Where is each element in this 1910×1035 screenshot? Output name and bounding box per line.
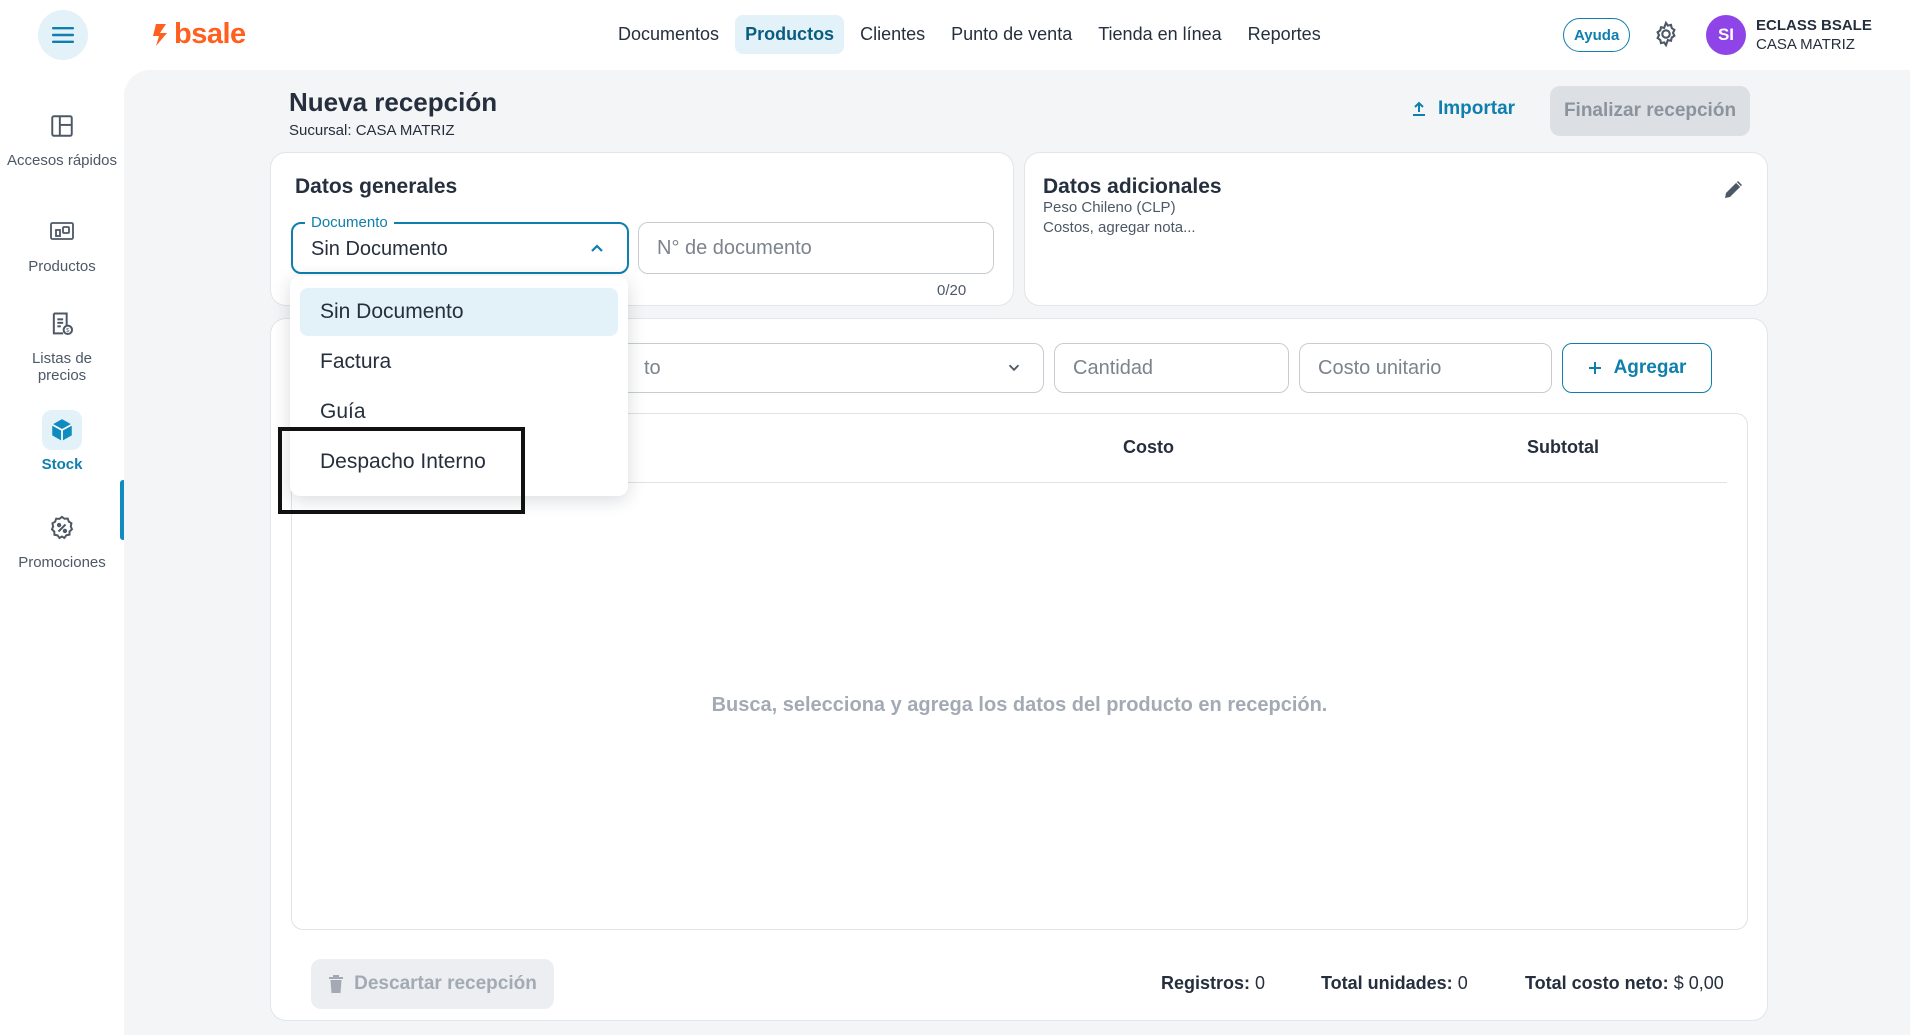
nav-clientes[interactable]: Clientes: [850, 15, 935, 54]
units-summary: Total unidades: 0: [1321, 973, 1468, 994]
user-info[interactable]: ECLASS BSALE CASA MATRIZ: [1756, 16, 1872, 54]
pencil-icon: [1725, 181, 1742, 198]
records-summary: Registros: 0: [1161, 973, 1265, 994]
empty-state-message: Busca, selecciona y agrega los datos del…: [711, 694, 1328, 716]
add-label: Agregar: [1613, 357, 1687, 378]
additional-data-title: Datos adicionales: [1043, 175, 1222, 198]
plus-icon: [1588, 362, 1601, 374]
sidebar-item-label: Promociones: [18, 554, 106, 571]
document-number-input[interactable]: [638, 222, 994, 274]
units-label: Total unidades:: [1321, 973, 1453, 993]
sidebar-item-accesos-rapidos[interactable]: Accesos rápidos: [0, 106, 124, 169]
trash-icon: [329, 975, 344, 993]
document-select[interactable]: Documento Sin Documento: [291, 214, 629, 274]
units-value: 0: [1457, 973, 1468, 993]
sidebar-item-label: Productos: [28, 258, 96, 275]
chevron-down-icon: [1008, 364, 1020, 372]
column-header-subtotal: Subtotal: [1527, 437, 1599, 457]
notes-text: Costos, agregar nota...: [1043, 219, 1196, 236]
discard-label: Descartar recepción: [354, 973, 537, 994]
document-select-label: Documento: [305, 214, 394, 231]
net-cost-summary: Total costo neto: $ 0,00: [1525, 973, 1724, 994]
products-icon: [42, 212, 82, 252]
records-value: 0: [1255, 973, 1266, 993]
page-subtitle: Sucursal: CASA MATRIZ: [289, 122, 455, 139]
page-title: Nueva recepción: [289, 87, 498, 117]
document-select-value: Sin Documento: [311, 238, 448, 260]
bsale-logo[interactable]: bsale: [152, 18, 246, 51]
import-button[interactable]: Importar: [1410, 98, 1515, 120]
nav-productos[interactable]: Productos: [735, 15, 845, 54]
layout-icon: [42, 106, 82, 146]
product-search-placeholder: to: [644, 357, 661, 379]
help-button[interactable]: Ayuda: [1563, 18, 1631, 52]
avatar[interactable]: SI: [1706, 15, 1746, 55]
quantity-placeholder: Cantidad: [1073, 357, 1154, 379]
highlight-annotation-box: [278, 427, 525, 514]
user-branch: CASA MATRIZ: [1756, 36, 1855, 53]
upload-icon: [1413, 101, 1425, 116]
settings-button[interactable]: [1652, 20, 1680, 53]
sidebar: Accesos rápidos Productos $ Listas de pr…: [0, 70, 126, 1035]
unit-cost-placeholder: Costo unitario: [1318, 357, 1442, 379]
sidebar-item-productos[interactable]: Productos: [0, 212, 124, 275]
sidebar-item-label: Listas de precios: [31, 350, 93, 384]
hamburger-icon: [52, 27, 74, 43]
nav-reportes[interactable]: Reportes: [1238, 15, 1331, 54]
records-label: Registros:: [1161, 973, 1251, 993]
currency-text: Peso Chileno (CLP): [1043, 199, 1176, 216]
sidebar-item-label: Accesos rápidos: [6, 152, 118, 169]
sidebar-item-promociones[interactable]: Promociones: [0, 508, 124, 571]
net-cost-label: Total costo neto:: [1525, 973, 1669, 993]
sidebar-item-label: Stock: [41, 456, 83, 473]
discard-reception-button[interactable]: Descartar recepción: [311, 959, 554, 1009]
price-list-icon: $: [42, 304, 82, 344]
nav-tienda-en-linea[interactable]: Tienda en línea: [1088, 15, 1231, 54]
nav-punto-de-venta[interactable]: Punto de venta: [941, 15, 1082, 54]
finish-reception-button[interactable]: Finalizar recepción: [1550, 86, 1750, 136]
user-name: ECLASS BSALE: [1756, 17, 1872, 34]
general-data-title: Datos generales: [295, 175, 458, 198]
sidebar-item-listas-de-precios[interactable]: $ Listas de precios: [0, 304, 124, 384]
gear-icon: [1656, 20, 1676, 48]
dropdown-option-sin-documento[interactable]: Sin Documento: [300, 288, 618, 336]
dropdown-option-factura[interactable]: Factura: [300, 338, 618, 386]
column-header-cost: Costo: [1123, 437, 1174, 457]
document-number-counter: 0/20: [937, 282, 967, 299]
quantity-input[interactable]: Cantidad: [1054, 343, 1289, 393]
sidebar-item-stock[interactable]: Stock: [0, 410, 124, 473]
hamburger-menu-button[interactable]: [38, 10, 88, 60]
bsale-logo-icon: [153, 23, 167, 46]
unit-cost-input[interactable]: Costo unitario: [1299, 343, 1552, 393]
chevron-up-icon: [591, 244, 603, 252]
logo-text: bsale: [174, 18, 246, 50]
top-bar: bsale Documentos Productos Clientes Punt…: [0, 0, 1910, 70]
add-product-button[interactable]: Agregar: [1562, 343, 1712, 393]
additional-data-card[interactable]: Datos adicionales Peso Chileno (CLP) Cos…: [1024, 152, 1768, 306]
import-label: Importar: [1438, 98, 1516, 119]
promo-icon: [42, 508, 82, 548]
edit-button[interactable]: [1722, 177, 1746, 206]
main-nav: Documentos Productos Clientes Punto de v…: [608, 15, 1331, 54]
stock-box-icon: [42, 410, 82, 450]
main-content: Nueva recepción Sucursal: CASA MATRIZ Im…: [124, 70, 1910, 1035]
net-cost-value: $ 0,00: [1673, 973, 1724, 993]
nav-documentos[interactable]: Documentos: [608, 15, 729, 54]
